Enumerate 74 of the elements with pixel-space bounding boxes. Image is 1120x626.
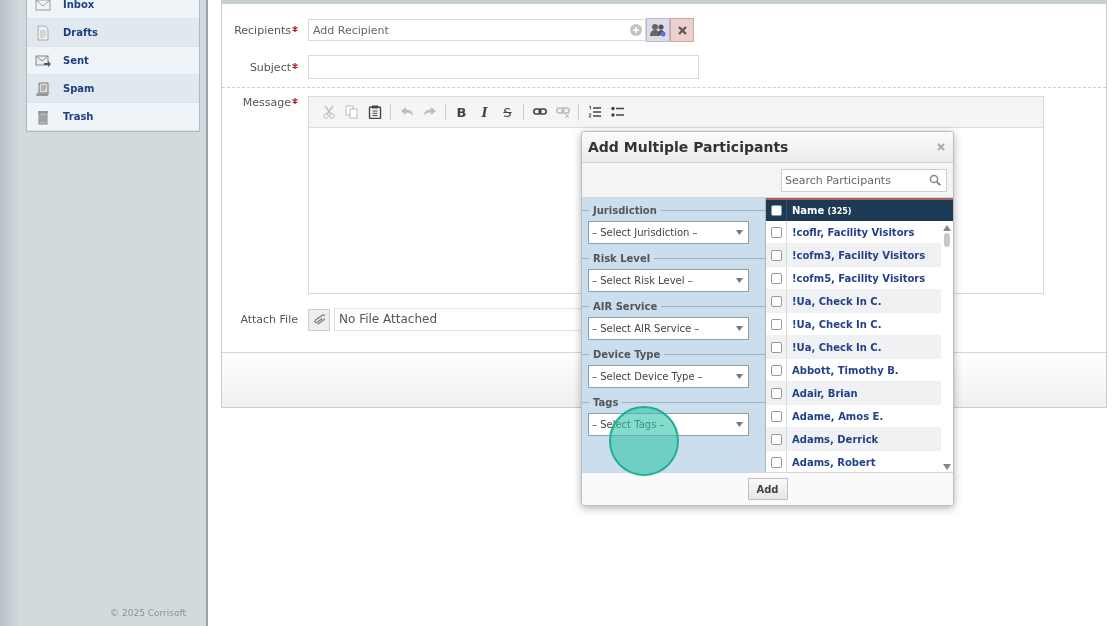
- participant-name[interactable]: Adame, Amos E.: [787, 409, 884, 423]
- add-button[interactable]: Add: [747, 478, 788, 500]
- clipboard-icon: [367, 105, 382, 119]
- copy-icon: [344, 105, 359, 119]
- caret-icon: [736, 326, 743, 331]
- filter-dropdown[interactable]: – Select Jurisdiction –: [588, 221, 749, 244]
- row-checkbox[interactable]: [770, 456, 782, 468]
- caret-icon: [736, 374, 743, 379]
- field-label: Message: [242, 96, 291, 109]
- participant-name[interactable]: !cofm5, Facility Visitors: [787, 271, 926, 285]
- close-icon: [677, 25, 687, 35]
- filter-label: Jurisdiction: [593, 204, 657, 216]
- close-button[interactable]: [935, 141, 947, 153]
- attach-button[interactable]: [308, 308, 330, 331]
- bulleted-list-icon: [610, 105, 625, 119]
- document-icon: [35, 24, 51, 41]
- scroll-up-arrow-icon: [943, 225, 951, 231]
- copyright-text: © 2025 Corrisoft: [110, 608, 186, 618]
- row-checkbox[interactable]: [770, 433, 782, 445]
- scroll-down-arrow-icon: [943, 464, 951, 470]
- add-circle-icon: [630, 24, 642, 36]
- envelope-icon: [35, 0, 51, 13]
- field-label: Attach File: [240, 313, 298, 326]
- row-checkbox[interactable]: [770, 364, 782, 376]
- select-all-checkbox[interactable]: [770, 205, 782, 216]
- field-label: Recipients: [234, 23, 291, 37]
- scrollbar-thumb[interactable]: [944, 233, 950, 247]
- search-icon: [929, 173, 941, 186]
- subject-field[interactable]: [308, 55, 699, 79]
- clear-button[interactable]: [670, 18, 694, 42]
- row-checkbox[interactable]: [770, 295, 782, 307]
- row-checkbox[interactable]: [770, 249, 782, 261]
- sidebar-item[interactable]: Inbox: [27, 0, 199, 19]
- participant-name[interactable]: Adams, Robert: [787, 455, 876, 469]
- scissors-icon: [321, 105, 336, 119]
- dialog-title: Add Multiple Participants: [588, 139, 789, 155]
- row-checkbox[interactable]: [770, 410, 782, 422]
- people-icon: [650, 23, 666, 37]
- close-icon: [937, 143, 945, 151]
- sidebar-item[interactable]: Drafts: [27, 19, 199, 47]
- trash-can-icon: [35, 108, 51, 125]
- row-checkbox[interactable]: [770, 318, 782, 330]
- filter-label: AIR Service: [593, 300, 658, 312]
- filter-label: Risk Level: [593, 252, 651, 264]
- paperclip-icon: [313, 313, 325, 326]
- search-field[interactable]: Search Participants: [781, 168, 947, 192]
- column-header[interactable]: Name (325): [787, 205, 852, 216]
- strike-button[interactable]: S: [498, 102, 517, 122]
- scroll-icon: [35, 80, 51, 97]
- participant-name[interactable]: !coflr, Facility Visitors: [787, 225, 915, 239]
- filter-label: Tags: [593, 396, 619, 408]
- bold-button[interactable]: B: [452, 102, 471, 122]
- caret-icon: [736, 278, 743, 283]
- row-checkbox[interactable]: [770, 226, 782, 238]
- field-label: Subject: [249, 60, 291, 74]
- add-group-button[interactable]: [646, 18, 670, 42]
- row-checkbox[interactable]: [770, 272, 782, 284]
- filter-dropdown[interactable]: – Select Device Type –: [588, 365, 749, 388]
- caret-icon: [736, 230, 743, 235]
- participant-name[interactable]: Abbott, Timothy B.: [787, 363, 899, 377]
- sidebar-item[interactable]: Spam: [27, 75, 199, 103]
- filter-label: Device Type: [593, 348, 661, 360]
- envelope-arrow-icon: [35, 52, 51, 69]
- filter-dropdown[interactable]: – Select AIR Service –: [588, 317, 749, 340]
- caret-icon: [736, 422, 743, 427]
- scrollbar[interactable]: [941, 221, 953, 472]
- italic-button[interactable]: I: [475, 102, 494, 122]
- filter-dropdown[interactable]: – Select Risk Level –: [588, 269, 749, 292]
- unlink-icon: [555, 105, 570, 119]
- recipient-field[interactable]: Add Recipient: [308, 19, 646, 41]
- numbered-list-icon: [587, 105, 602, 119]
- participant-name[interactable]: !Ua, Check In C.: [787, 317, 882, 331]
- row-checkbox[interactable]: [770, 387, 782, 399]
- row-checkbox[interactable]: [770, 341, 782, 353]
